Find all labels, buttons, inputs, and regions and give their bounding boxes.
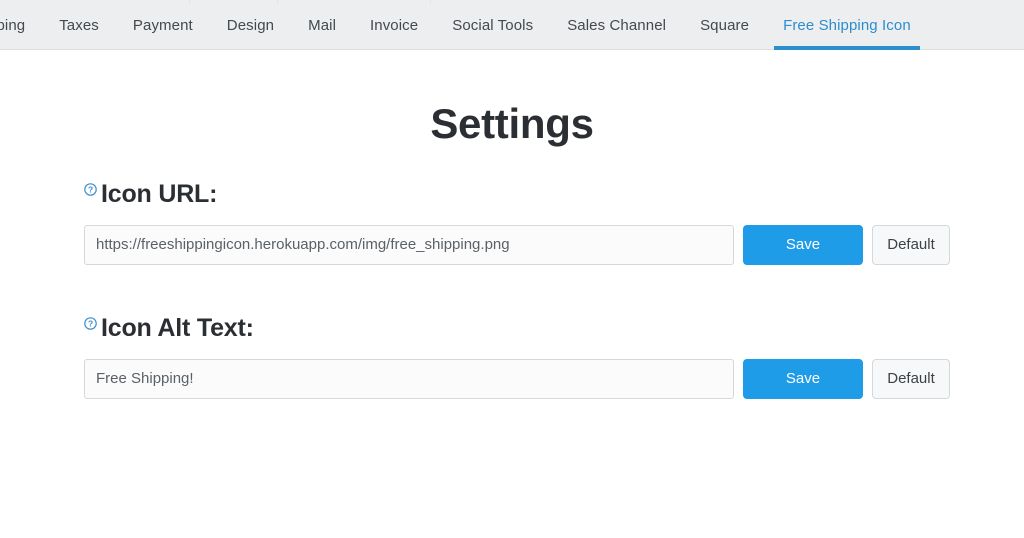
- settings-page: Settings ? Icon URL: Save Default ?: [0, 50, 1024, 538]
- nav-item-label: Mail: [308, 16, 336, 34]
- svg-text:?: ?: [88, 185, 93, 195]
- nav-item-label: Design: [226, 16, 275, 34]
- field-row-icon-alt-text: Save Default: [84, 358, 950, 399]
- nav-item-square[interactable]: Square: [683, 0, 766, 50]
- nav-item-list: pping Taxes Payment Design Mail Invoice …: [0, 0, 928, 50]
- svg-text:?: ?: [88, 319, 93, 329]
- nav-item-free-shipping-icon[interactable]: Free Shipping Icon: [766, 0, 928, 50]
- field-label-text: Icon Alt Text:: [101, 314, 254, 342]
- nav-item-payment[interactable]: Payment: [116, 0, 210, 50]
- field-label-text: Icon URL:: [101, 180, 218, 208]
- default-icon-url-button[interactable]: Default: [872, 224, 950, 265]
- save-icon-url-button[interactable]: Save: [743, 224, 863, 265]
- field-group-icon-url: ? Icon URL: Save Default: [84, 180, 950, 265]
- nav-item-shipping[interactable]: pping: [0, 0, 42, 50]
- nav-item-label: Payment: [132, 16, 193, 34]
- save-icon-alt-text-button[interactable]: Save: [743, 358, 863, 399]
- help-circle-icon[interactable]: ?: [84, 317, 97, 331]
- nav-item-social-tools[interactable]: Social Tools: [435, 0, 550, 50]
- nav-item-invoice[interactable]: Invoice: [353, 0, 435, 50]
- icon-alt-text-input[interactable]: [84, 358, 734, 399]
- field-group-icon-alt-text: ? Icon Alt Text: Save Default: [84, 314, 950, 399]
- nav-item-mail[interactable]: Mail: [291, 0, 353, 50]
- nav-item-design[interactable]: Design: [210, 0, 291, 50]
- help-circle-icon[interactable]: ?: [84, 183, 97, 197]
- icon-url-input[interactable]: [84, 224, 734, 265]
- primary-nav-bar: pping Taxes Payment Design Mail Invoice …: [0, 0, 1024, 50]
- field-label-icon-alt-text: ? Icon Alt Text:: [84, 314, 950, 343]
- nav-item-label: Free Shipping Icon: [783, 16, 911, 34]
- nav-item-label: Sales Channel: [567, 16, 667, 34]
- page-title: Settings: [430, 100, 594, 147]
- field-label-icon-url: ? Icon URL:: [84, 180, 950, 209]
- nav-item-sales-channel[interactable]: Sales Channel: [550, 0, 683, 50]
- nav-item-taxes[interactable]: Taxes: [42, 0, 116, 50]
- nav-item-label: Taxes: [59, 16, 99, 34]
- nav-item-label: Square: [700, 16, 750, 34]
- field-row-icon-url: Save Default: [84, 224, 950, 265]
- nav-item-label: pping: [0, 16, 26, 34]
- nav-item-label: Social Tools: [452, 16, 534, 34]
- nav-item-label: Invoice: [370, 16, 419, 34]
- default-icon-alt-text-button[interactable]: Default: [872, 358, 950, 399]
